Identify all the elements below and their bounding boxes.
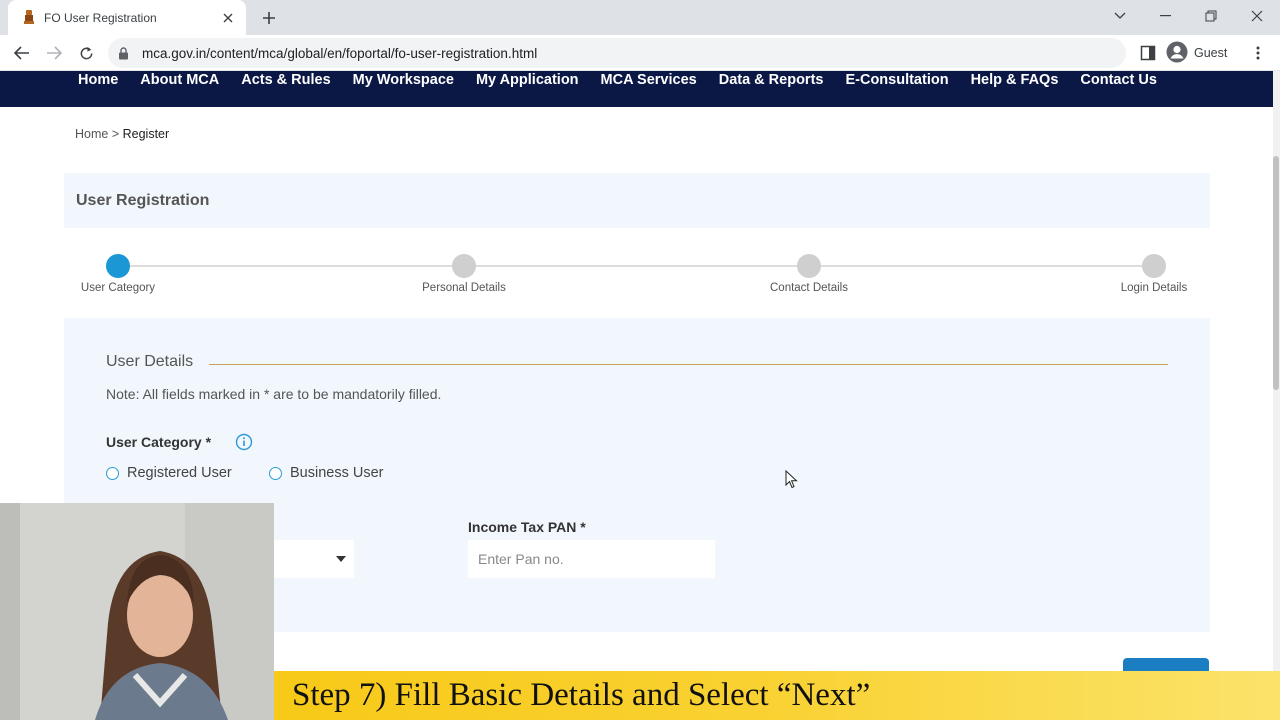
- step-label: Personal Details: [422, 282, 506, 294]
- section-divider: [209, 364, 1168, 365]
- presenter-figure-icon: [0, 503, 274, 720]
- new-tab-icon[interactable]: [258, 7, 280, 29]
- step-dot: [797, 254, 821, 278]
- page-title: User Registration: [76, 191, 210, 209]
- emblem-favicon-icon: [22, 10, 36, 26]
- avatar-icon: [1166, 41, 1188, 66]
- nav-about-mca[interactable]: About MCA: [140, 71, 219, 88]
- section-title: User Details: [106, 353, 194, 370]
- step-label: User Category: [80, 282, 156, 294]
- tab-title: FO User Registration: [44, 10, 157, 25]
- browser-tabstrip: FO User Registration: [0, 0, 1280, 35]
- step-caption-banner: Step 7) Fill Basic Details and Select “N…: [274, 671, 1280, 720]
- breadcrumb-separator: >: [111, 127, 120, 141]
- nav-home[interactable]: Home: [78, 71, 118, 88]
- registration-header: User Registration: [64, 173, 1210, 228]
- caret-down-icon: [336, 556, 346, 562]
- next-button[interactable]: [1123, 658, 1209, 672]
- breadcrumb-home[interactable]: Home: [75, 127, 108, 141]
- tab-search-chevron-icon[interactable]: [1097, 0, 1143, 32]
- step-contact-details: Contact Details: [739, 254, 879, 294]
- radio-label: Business User: [290, 465, 384, 481]
- nav-data-reports[interactable]: Data & Reports: [719, 71, 824, 88]
- profile-name: Guest: [1194, 46, 1228, 60]
- registration-stepper: User Category Personal Details Contact D…: [64, 246, 1210, 306]
- breadcrumb: Home > Register: [75, 127, 169, 141]
- side-panel-icon[interactable]: [1138, 43, 1158, 63]
- user-category-label: User Category *: [106, 434, 212, 450]
- back-icon[interactable]: [8, 39, 36, 67]
- radio-registered-user[interactable]: Registered User: [106, 465, 232, 481]
- browser-toolbar: mca.gov.in/content/mca/global/en/foporta…: [0, 35, 1280, 71]
- step-user-category: User Category: [48, 254, 188, 294]
- mouse-cursor-icon: [785, 469, 798, 494]
- mandatory-note: Note: All fields marked in * are to be m…: [106, 386, 442, 402]
- restore-icon[interactable]: [1188, 0, 1234, 32]
- close-window-icon[interactable]: [1234, 0, 1280, 32]
- radio-business-user[interactable]: Business User: [269, 465, 383, 481]
- step-personal-details: Personal Details: [394, 254, 534, 294]
- pan-label: Income Tax PAN *: [468, 519, 586, 535]
- nav-contact-us[interactable]: Contact Us: [1080, 71, 1157, 88]
- reload-icon[interactable]: [72, 39, 100, 67]
- nav-my-workspace[interactable]: My Workspace: [353, 71, 454, 88]
- nav-mca-services[interactable]: MCA Services: [601, 71, 697, 88]
- radio-circle[interactable]: [269, 466, 282, 480]
- step-login-details: Login Details: [1084, 254, 1224, 294]
- tab-close-icon[interactable]: [220, 10, 236, 26]
- step-dot-active: [106, 254, 130, 278]
- radio-label: Registered User: [127, 465, 232, 481]
- minimize-icon[interactable]: [1142, 0, 1188, 32]
- breadcrumb-current: Register: [122, 127, 170, 141]
- step-dot: [452, 254, 476, 278]
- url-text: mca.gov.in/content/mca/global/en/foporta…: [142, 45, 538, 61]
- category-dropdown[interactable]: [274, 540, 354, 578]
- site-nav: Home About MCA Acts & Rules My Workspace…: [0, 71, 1273, 107]
- pan-input[interactable]: [468, 540, 715, 578]
- step-label: Login Details: [1120, 282, 1188, 294]
- nav-help-faqs[interactable]: Help & FAQs: [971, 71, 1059, 88]
- nav-acts-rules[interactable]: Acts & Rules: [241, 71, 330, 88]
- nav-e-consultation[interactable]: E-Consultation: [845, 71, 948, 88]
- step-caption-text: Step 7) Fill Basic Details and Select “N…: [292, 677, 871, 713]
- forward-icon[interactable]: [40, 39, 68, 67]
- step-label: Contact Details: [770, 282, 848, 294]
- profile-button[interactable]: Guest: [1166, 40, 1227, 66]
- lock-icon[interactable]: [118, 46, 132, 60]
- info-icon[interactable]: [235, 433, 253, 451]
- presenter-webcam: [0, 503, 274, 720]
- stepper-line: [118, 265, 1154, 267]
- step-dot: [1142, 254, 1166, 278]
- address-bar[interactable]: mca.gov.in/content/mca/global/en/foporta…: [108, 38, 1126, 68]
- nav-my-application[interactable]: My Application: [476, 71, 579, 88]
- menu-kebab-icon[interactable]: [1248, 43, 1268, 63]
- page-scrollbar-thumb[interactable]: [1273, 156, 1279, 390]
- radio-circle[interactable]: [106, 466, 119, 480]
- browser-tab[interactable]: FO User Registration: [8, 0, 246, 35]
